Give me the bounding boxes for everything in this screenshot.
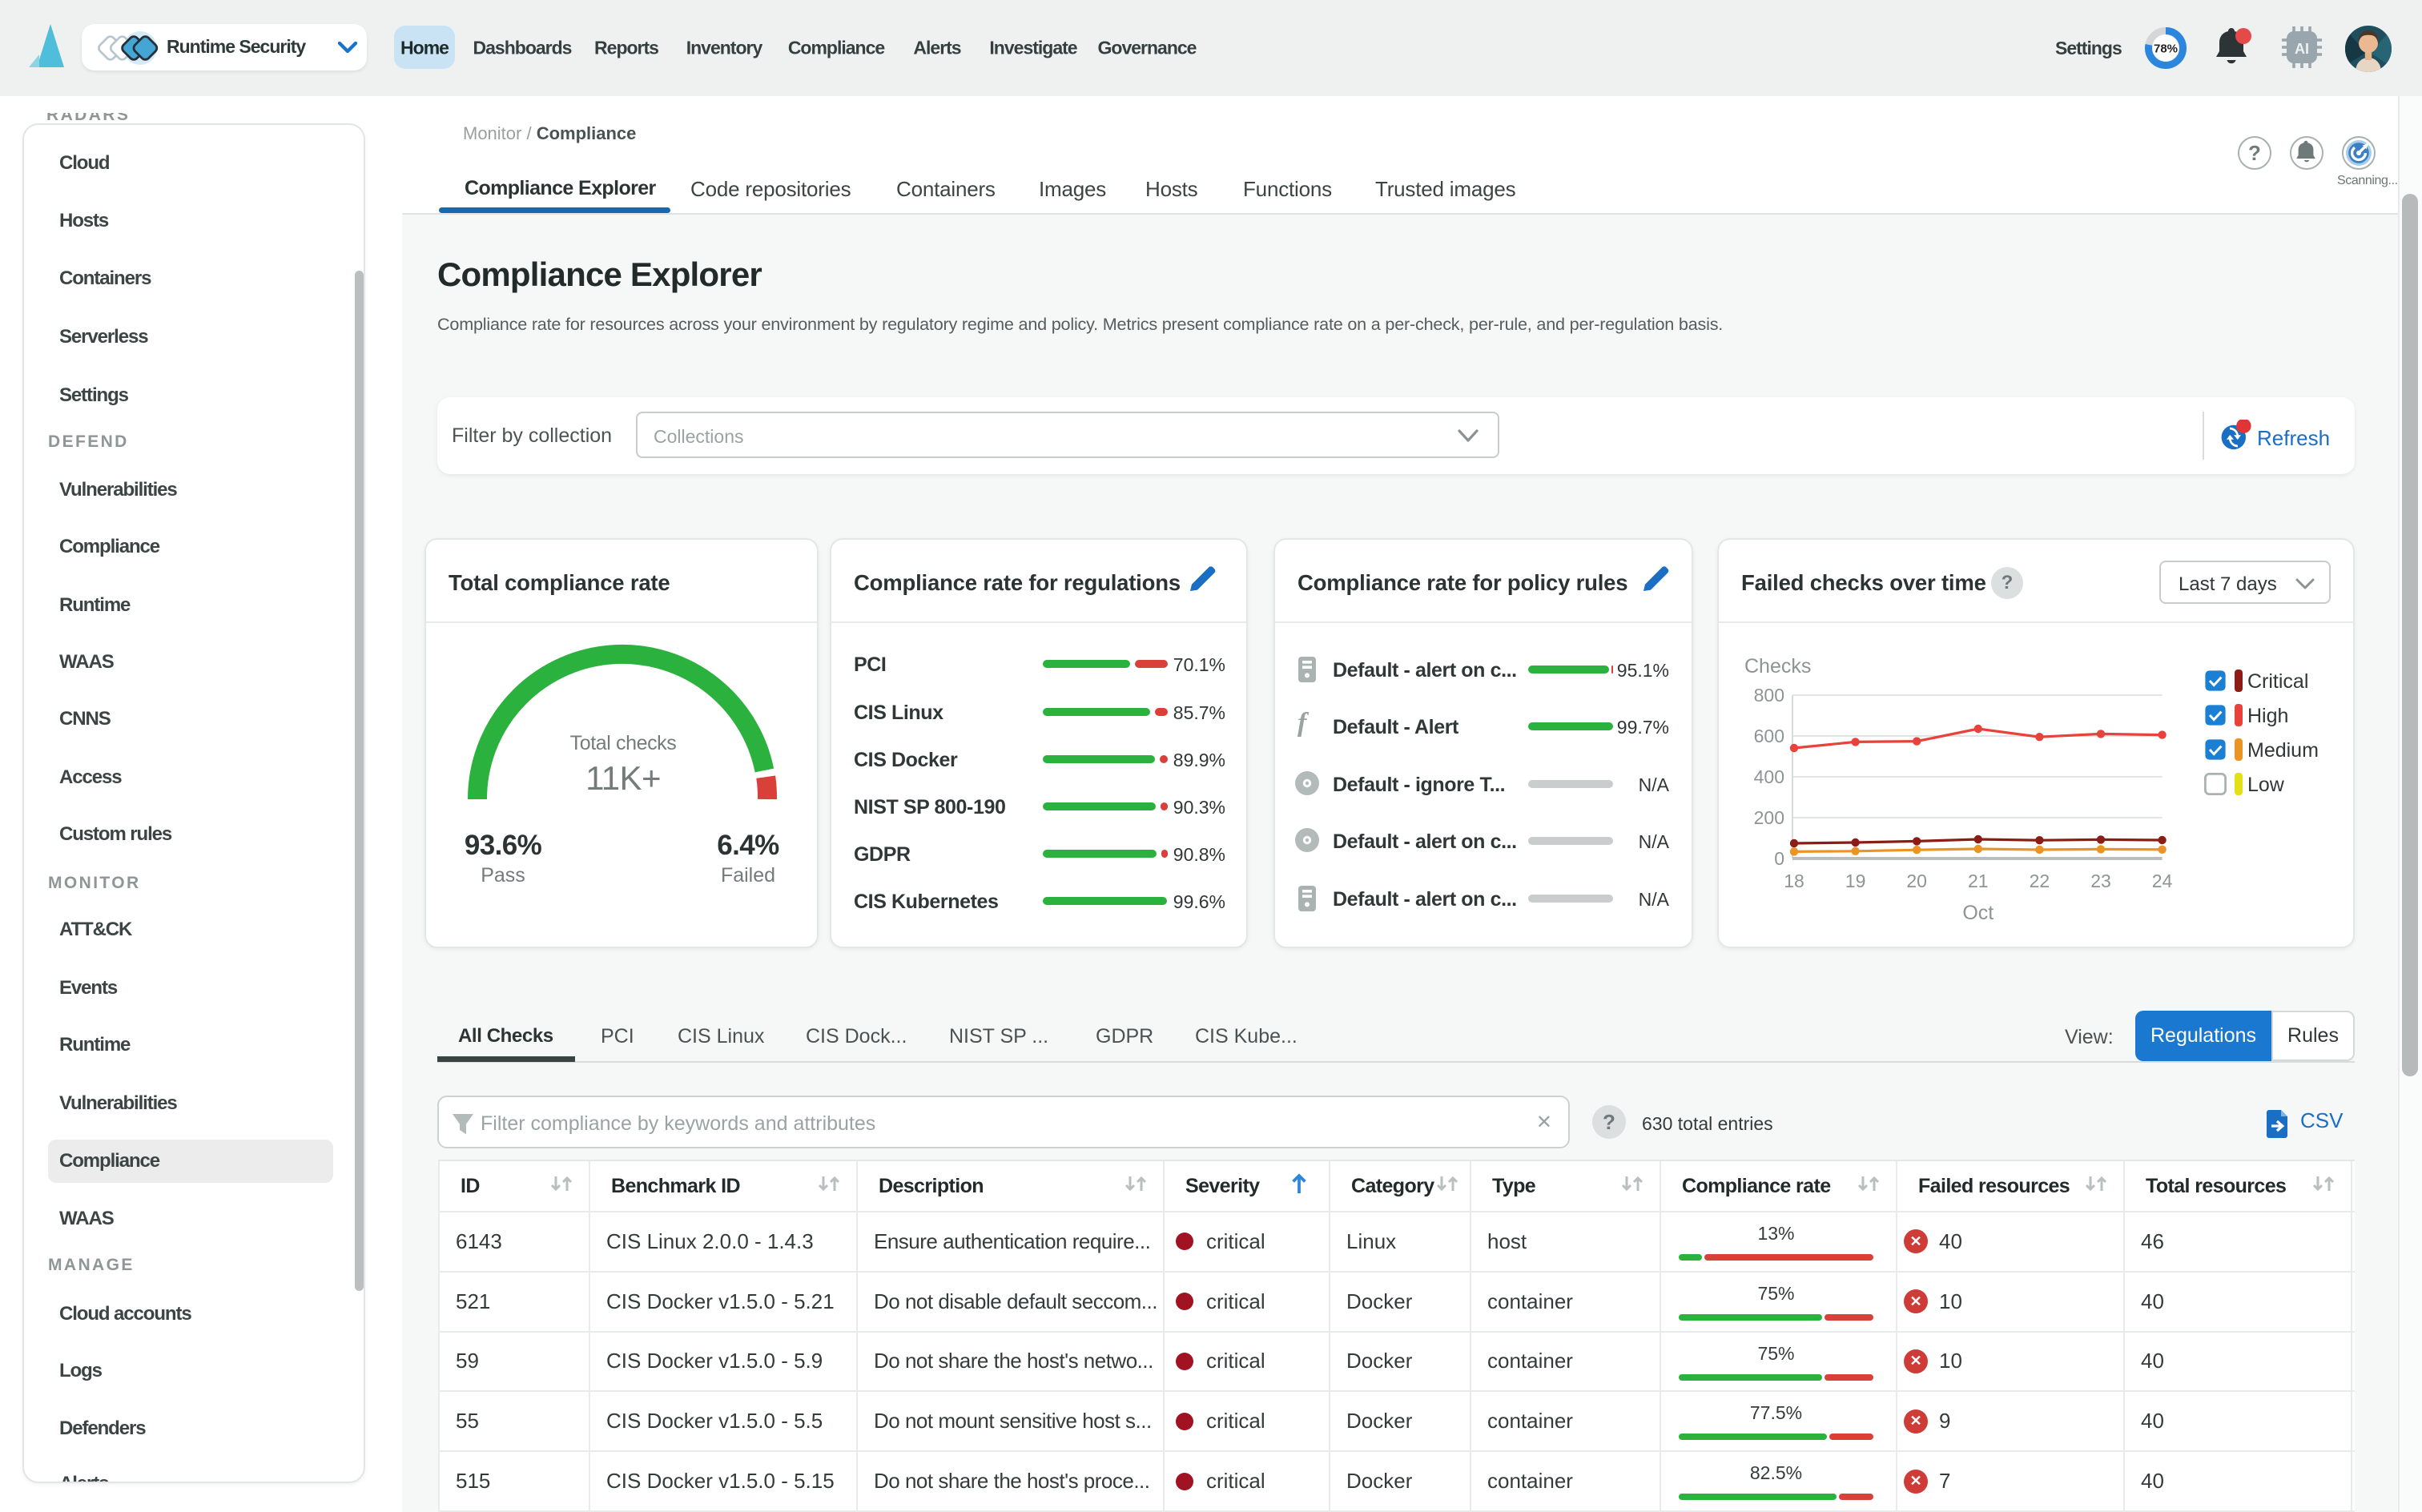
svg-text:Medium: Medium xyxy=(2247,739,2319,762)
svg-text:?: ? xyxy=(2248,141,2261,165)
svg-text:400: 400 xyxy=(1754,766,1784,787)
svg-text:AI: AI xyxy=(2295,41,2309,57)
svg-text:23: 23 xyxy=(2090,871,2111,891)
svg-text:18: 18 xyxy=(1784,871,1804,891)
svg-text:78%: 78% xyxy=(2154,42,2178,56)
svg-text:200: 200 xyxy=(1754,807,1784,828)
svg-text:Critical: Critical xyxy=(2247,670,2308,693)
svg-text:21: 21 xyxy=(1968,871,1989,891)
svg-text:0: 0 xyxy=(1774,848,1784,869)
svg-text:800: 800 xyxy=(1754,685,1784,706)
svg-text:24: 24 xyxy=(2152,871,2173,891)
svg-text:600: 600 xyxy=(1754,726,1784,746)
svg-text:Oct: Oct xyxy=(1962,902,1994,924)
svg-text:High: High xyxy=(2247,705,2288,727)
svg-text:22: 22 xyxy=(2030,871,2050,891)
svg-text:Low: Low xyxy=(2247,774,2285,796)
svg-text:20: 20 xyxy=(1906,871,1927,891)
svg-text:19: 19 xyxy=(1845,871,1866,891)
